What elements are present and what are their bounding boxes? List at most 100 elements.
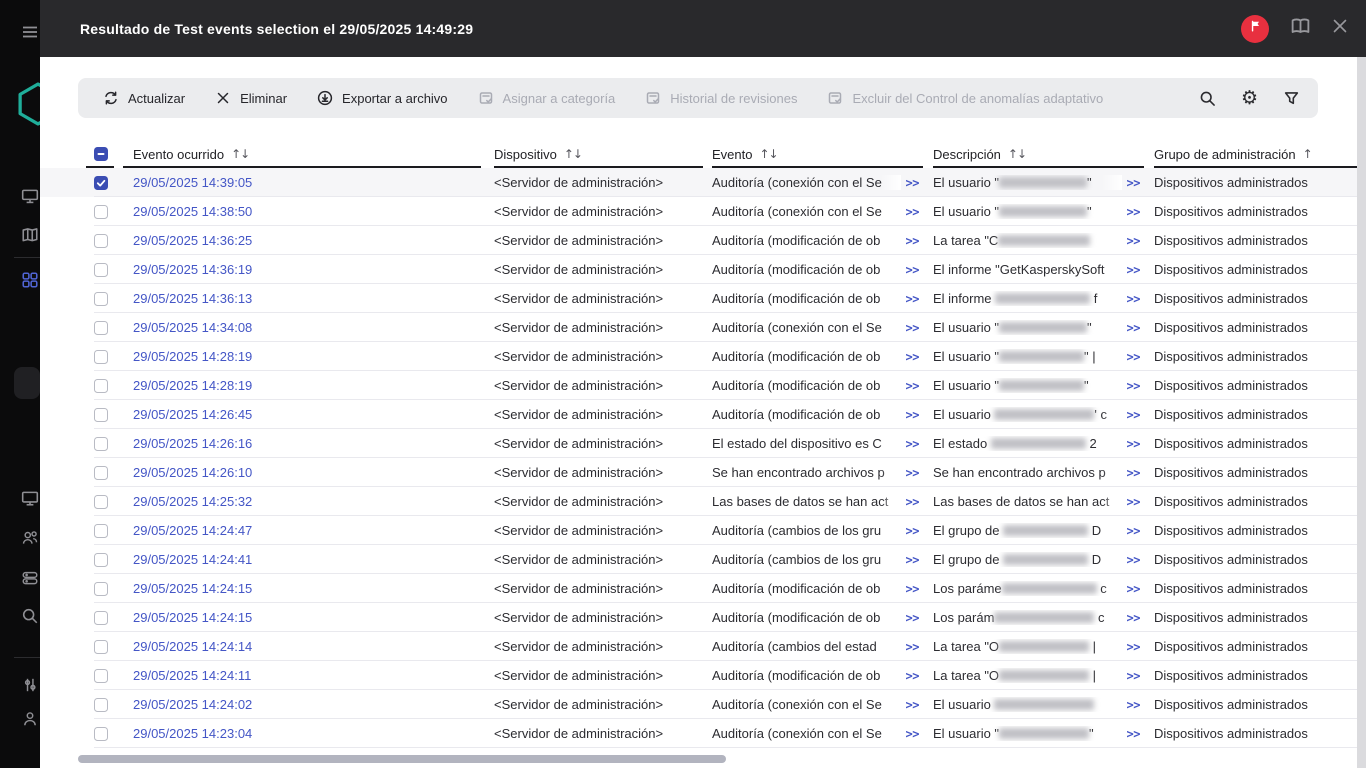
expand-link[interactable]: >>: [906, 350, 920, 364]
event-date-link[interactable]: 29/05/2025 14:25:32: [133, 494, 252, 509]
row-checkbox[interactable]: [94, 204, 108, 219]
expand-link[interactable]: >>: [906, 669, 920, 683]
notifications-button[interactable]: [1241, 14, 1269, 43]
row-checkbox[interactable]: [94, 291, 108, 306]
expand-link[interactable]: >>: [906, 698, 920, 712]
expand-link[interactable]: >>: [906, 727, 920, 741]
gear-button[interactable]: ⚙: [1241, 88, 1258, 108]
row-checkbox[interactable]: [94, 523, 108, 538]
expand-link[interactable]: >>: [1127, 698, 1141, 712]
expand-link[interactable]: >>: [1127, 408, 1141, 422]
column-header-grupo-de-administracion[interactable]: Grupo de administración ↑: [1154, 140, 1357, 168]
event-date-link[interactable]: 29/05/2025 14:28:19: [133, 378, 252, 393]
expand-link[interactable]: >>: [1127, 205, 1141, 219]
event-date-link[interactable]: 29/05/2025 14:24:14: [133, 639, 252, 654]
event-date-link[interactable]: 29/05/2025 14:24:15: [133, 581, 252, 596]
column-header-evento[interactable]: Evento ↑↓: [712, 140, 933, 168]
expand-link[interactable]: >>: [906, 553, 920, 567]
expand-link[interactable]: >>: [1127, 553, 1141, 567]
select-all-checkbox[interactable]: [94, 147, 108, 161]
event-date-link[interactable]: 29/05/2025 14:26:45: [133, 407, 252, 422]
expand-link[interactable]: >>: [1127, 582, 1141, 596]
event-date-link[interactable]: 29/05/2025 14:24:15: [133, 610, 252, 625]
expand-link[interactable]: >>: [906, 321, 920, 335]
sliders-icon[interactable]: [21, 676, 39, 694]
event-date-link[interactable]: 29/05/2025 14:24:02: [133, 697, 252, 712]
row-checkbox[interactable]: [94, 726, 108, 741]
row-checkbox[interactable]: [94, 465, 108, 480]
expand-link[interactable]: >>: [1127, 727, 1141, 741]
expand-link[interactable]: >>: [1127, 176, 1141, 190]
column-header-descripcion[interactable]: Descripción ↑↓: [933, 140, 1154, 168]
filter-funnel-button[interactable]: [1283, 90, 1300, 107]
expand-link[interactable]: >>: [906, 437, 920, 451]
expand-link[interactable]: >>: [906, 263, 920, 277]
expand-link[interactable]: >>: [906, 292, 920, 306]
expand-link[interactable]: >>: [906, 234, 920, 248]
row-checkbox[interactable]: [94, 320, 108, 335]
expand-link[interactable]: >>: [906, 379, 920, 393]
expand-link[interactable]: >>: [1127, 466, 1141, 480]
expand-link[interactable]: >>: [1127, 321, 1141, 335]
event-date-link[interactable]: 29/05/2025 14:24:47: [133, 523, 252, 538]
expand-link[interactable]: >>: [1127, 611, 1141, 625]
row-checkbox[interactable]: [94, 233, 108, 248]
close-button[interactable]: [1332, 18, 1348, 39]
event-date-link[interactable]: 29/05/2025 14:36:25: [133, 233, 252, 248]
row-checkbox[interactable]: [94, 349, 108, 364]
event-date-link[interactable]: 29/05/2025 14:24:11: [133, 668, 251, 683]
event-date-link[interactable]: 29/05/2025 14:24:41: [133, 552, 252, 567]
row-checkbox[interactable]: [94, 175, 108, 190]
expand-link[interactable]: >>: [1127, 379, 1141, 393]
expand-link[interactable]: >>: [1127, 263, 1141, 277]
row-checkbox[interactable]: [94, 581, 108, 596]
expand-link[interactable]: >>: [906, 640, 920, 654]
event-date-link[interactable]: 29/05/2025 14:39:05: [133, 175, 252, 190]
devices-icon[interactable]: [21, 187, 39, 205]
expand-link[interactable]: >>: [906, 524, 920, 538]
expand-link[interactable]: >>: [1127, 292, 1141, 306]
expand-link[interactable]: >>: [1127, 495, 1141, 509]
expand-link[interactable]: >>: [906, 611, 920, 625]
expand-link[interactable]: >>: [1127, 524, 1141, 538]
row-checkbox[interactable]: [94, 262, 108, 277]
hamburger-menu-icon[interactable]: [21, 23, 39, 41]
event-date-link[interactable]: 29/05/2025 14:38:50: [133, 204, 252, 219]
column-header-dispositivo[interactable]: Dispositivo ↑↓: [494, 140, 712, 168]
apps-grid-icon[interactable]: [21, 271, 39, 289]
expand-link[interactable]: >>: [906, 466, 920, 480]
event-date-link[interactable]: 29/05/2025 14:28:19: [133, 349, 252, 364]
row-checkbox[interactable]: [94, 639, 108, 654]
expand-link[interactable]: >>: [906, 408, 920, 422]
vertical-scrollbar[interactable]: [1357, 57, 1366, 768]
expand-link[interactable]: >>: [1127, 437, 1141, 451]
toolbar-button-exportar-a-archivo[interactable]: Exportar a archivo: [302, 78, 463, 118]
toolbar-button-eliminar[interactable]: Eliminar: [200, 78, 302, 118]
server-icon[interactable]: [21, 569, 39, 587]
row-checkbox[interactable]: [94, 610, 108, 625]
event-date-link[interactable]: 29/05/2025 14:23:04: [133, 726, 252, 741]
map-book-icon[interactable]: [21, 226, 39, 244]
event-date-link[interactable]: 29/05/2025 14:26:16: [133, 436, 252, 451]
expand-link[interactable]: >>: [906, 582, 920, 596]
monitor-icon[interactable]: [21, 489, 39, 507]
column-header-evento-ocurrido[interactable]: Evento ocurrido ↑↓: [123, 140, 494, 168]
row-checkbox[interactable]: [94, 436, 108, 451]
sidebar-active-item[interactable]: [14, 367, 40, 399]
event-date-link[interactable]: 29/05/2025 14:34:08: [133, 320, 252, 335]
row-checkbox[interactable]: [94, 552, 108, 567]
users-icon[interactable]: [21, 529, 39, 547]
row-checkbox[interactable]: [94, 407, 108, 422]
toolbar-button-actualizar[interactable]: Actualizar: [88, 78, 200, 118]
horizontal-scrollbar[interactable]: [78, 755, 726, 763]
row-checkbox[interactable]: [94, 378, 108, 393]
help-book-button[interactable]: [1290, 16, 1311, 42]
expand-link[interactable]: >>: [906, 176, 920, 190]
expand-link[interactable]: >>: [1127, 350, 1141, 364]
event-date-link[interactable]: 29/05/2025 14:36:19: [133, 262, 252, 277]
search-button[interactable]: [1199, 90, 1216, 107]
row-checkbox[interactable]: [94, 668, 108, 683]
row-checkbox[interactable]: [94, 697, 108, 712]
expand-link[interactable]: >>: [906, 205, 920, 219]
expand-link[interactable]: >>: [1127, 669, 1141, 683]
